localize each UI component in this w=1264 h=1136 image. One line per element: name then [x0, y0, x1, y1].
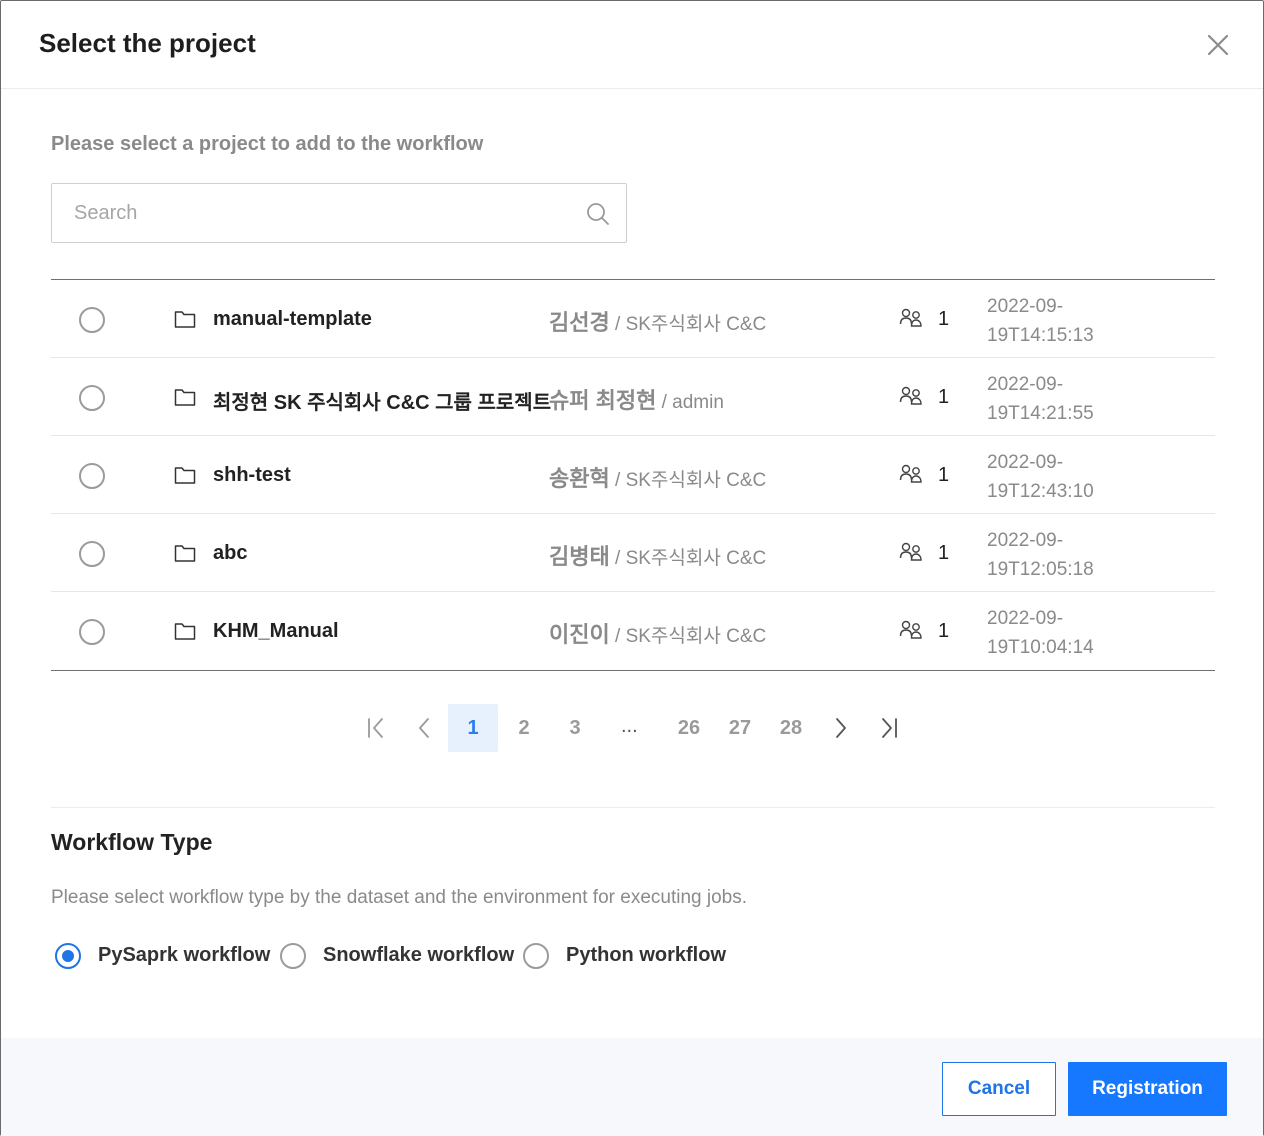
workflow-option-label: Python workflow [566, 944, 726, 966]
members-icon [899, 464, 922, 483]
dialog-subtitle: Please select a project to add to the wo… [51, 133, 484, 155]
workflow-type-title: Workflow Type [51, 829, 213, 855]
date-line: 2022-09- [987, 452, 1064, 473]
owner-org: / admin [656, 392, 724, 413]
page-button[interactable]: 28 [766, 704, 816, 752]
project-name: KHM_Manual [213, 620, 339, 642]
project-row[interactable]: KHM_Manual 이진이 / SK주식회사 C&C 1 2022-09- 19… [51, 592, 1215, 670]
project-date: 2022-09- 19T12:43:10 [987, 448, 1127, 506]
page-button[interactable]: 3 [550, 704, 600, 752]
project-date: 2022-09- 19T14:15:13 [987, 292, 1127, 350]
workflow-option-label: PySaprk workflow [98, 944, 271, 966]
project-radio[interactable] [79, 619, 105, 645]
time-line: 19T12:43:10 [987, 481, 1094, 502]
project-radio[interactable] [79, 463, 105, 489]
owner-org: / SK주식회사 C&C [609, 626, 767, 647]
project-owner: 김병태 / SK주식회사 C&C [549, 539, 766, 571]
pagination: 1 2 3 ... 26 27 28 [1, 701, 1263, 753]
workflow-radio[interactable] [280, 943, 306, 969]
section-divider [51, 807, 1215, 808]
folder-icon [174, 389, 196, 406]
next-page-icon[interactable] [830, 716, 852, 740]
member-count: 1 [938, 464, 950, 486]
page-ellipsis: ... [621, 715, 638, 737]
workflow-radio[interactable] [55, 943, 81, 969]
date-line: 2022-09- [987, 296, 1064, 317]
member-count: 1 [938, 386, 950, 408]
dialog-footer: Cancel Registration [1, 1038, 1263, 1136]
members-icon [899, 386, 922, 405]
search-input[interactable] [74, 198, 554, 228]
close-icon[interactable] [1205, 32, 1231, 58]
page-button[interactable]: 26 [664, 704, 714, 752]
project-name: abc [213, 542, 248, 564]
project-owner: 이진이 / SK주식회사 C&C [549, 617, 766, 649]
prev-page-icon[interactable] [413, 716, 435, 740]
project-owner: 슈퍼 최정현 / admin [549, 383, 724, 415]
project-row[interactable]: 최정현 SK 주식회사 C&C 그룹 프로젝트 슈퍼 최정현 / admin 1… [51, 358, 1215, 436]
project-radio[interactable] [79, 307, 105, 333]
member-count: 1 [938, 308, 950, 330]
first-page-icon[interactable] [366, 716, 388, 740]
folder-icon [174, 545, 196, 562]
owner-org: / SK주식회사 C&C [609, 314, 767, 335]
search-box [51, 183, 627, 243]
date-line: 2022-09- [987, 530, 1064, 551]
search-icon[interactable] [585, 201, 611, 227]
owner-name: 송환혁 [549, 466, 610, 491]
members-icon [899, 308, 922, 327]
workflow-type-description: Please select workflow type by the datas… [51, 887, 748, 908]
folder-icon [174, 623, 196, 640]
project-date: 2022-09- 19T12:05:18 [987, 526, 1127, 584]
time-line: 19T14:15:13 [987, 325, 1094, 346]
owner-name: 이진이 [549, 622, 610, 647]
project-radio[interactable] [79, 385, 105, 411]
project-name: shh-test [213, 464, 291, 486]
project-name: 최정현 SK 주식회사 C&C 그룹 프로젝트 [213, 392, 552, 414]
owner-name: 김병태 [549, 544, 610, 569]
members-icon [899, 542, 922, 561]
date-line: 2022-09- [987, 608, 1064, 629]
select-project-dialog: Select the project Please select a proje… [0, 0, 1264, 1136]
dialog-title: Select the project [39, 28, 256, 58]
workflow-radio[interactable] [523, 943, 549, 969]
page-button[interactable]: 27 [715, 704, 765, 752]
project-name: manual-template [213, 308, 372, 330]
members-icon [899, 620, 922, 639]
owner-org: / SK주식회사 C&C [609, 470, 767, 491]
project-owner: 송환혁 / SK주식회사 C&C [549, 461, 766, 493]
time-line: 19T12:05:18 [987, 559, 1094, 580]
workflow-option-label: Snowflake workflow [323, 944, 515, 966]
registration-button[interactable]: Registration [1068, 1062, 1227, 1116]
project-list: manual-template 김선경 / SK주식회사 C&C 1 2022-… [51, 279, 1215, 671]
member-count: 1 [938, 620, 950, 642]
project-owner: 김선경 / SK주식회사 C&C [549, 305, 766, 337]
project-date: 2022-09- 19T14:21:55 [987, 370, 1127, 428]
member-count: 1 [938, 542, 950, 564]
cancel-button[interactable]: Cancel [942, 1062, 1056, 1116]
project-row[interactable]: manual-template 김선경 / SK주식회사 C&C 1 2022-… [51, 280, 1215, 358]
project-date: 2022-09- 19T10:04:14 [987, 604, 1127, 662]
owner-org: / SK주식회사 C&C [609, 548, 767, 569]
date-line: 2022-09- [987, 374, 1064, 395]
time-line: 19T14:21:55 [987, 403, 1094, 424]
project-radio[interactable] [79, 541, 105, 567]
time-line: 19T10:04:14 [987, 637, 1094, 658]
page-button[interactable]: 1 [448, 704, 498, 752]
project-row[interactable]: abc 김병태 / SK주식회사 C&C 1 2022-09- 19T12:05:… [51, 514, 1215, 592]
project-row[interactable]: shh-test 송환혁 / SK주식회사 C&C 1 2022-09- 19T1… [51, 436, 1215, 514]
folder-icon [174, 467, 196, 484]
folder-icon [174, 311, 196, 328]
last-page-icon[interactable] [877, 716, 899, 740]
owner-name: 슈퍼 최정현 [549, 388, 657, 413]
page-button[interactable]: 2 [499, 704, 549, 752]
dialog-header: Select the project [1, 1, 1263, 89]
owner-name: 김선경 [549, 310, 610, 335]
